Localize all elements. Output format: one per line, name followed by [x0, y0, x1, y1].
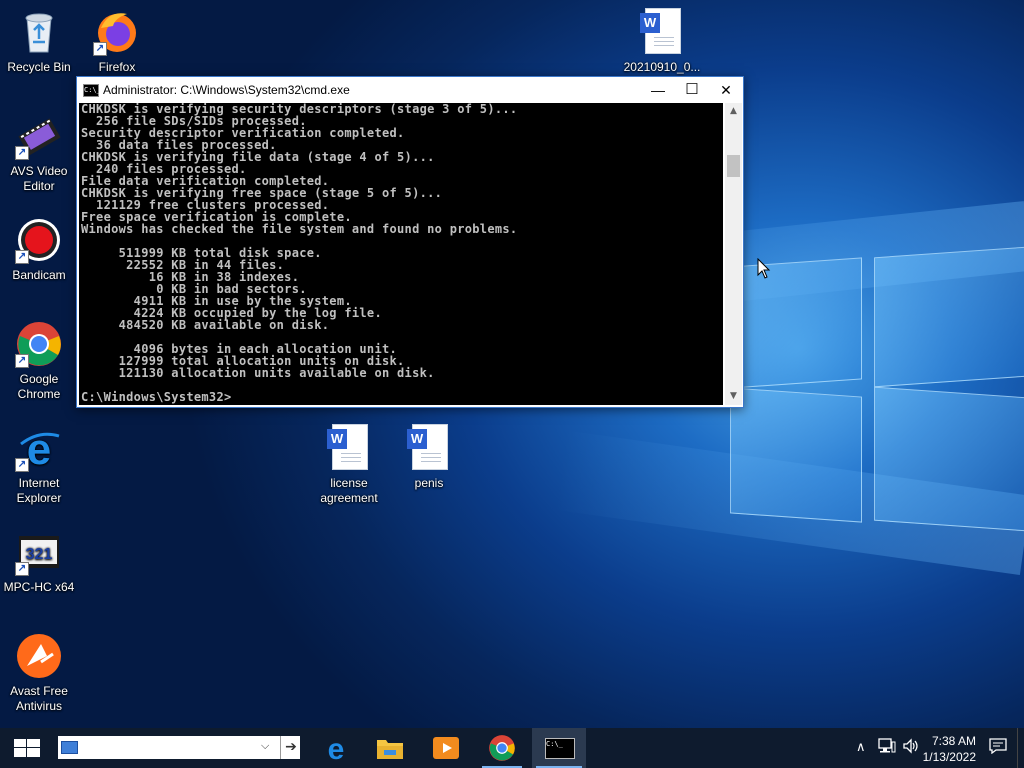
icon-label: Recycle Bin [7, 60, 71, 74]
icon-label: Internet Explorer [16, 476, 62, 505]
shortcut-arrow-icon: ↗ [15, 354, 29, 368]
taskbar-edge[interactable]: e [312, 728, 360, 768]
scrollbar-thumb[interactable] [727, 155, 740, 177]
desktop-icon-firefox[interactable]: ↗ Firefox [80, 8, 154, 75]
internet-explorer-icon: e ↗ [15, 424, 63, 474]
taskbar: ⌵ ➔ e C:\_ ∧ 7:38 AM 1/13/2022 [0, 728, 1024, 768]
minimize-button[interactable]: — [641, 77, 675, 103]
avast-icon [15, 632, 63, 680]
media-player-icon [433, 737, 459, 759]
vertical-scrollbar[interactable]: ▲ ▼ [725, 103, 742, 405]
search-box-icon [61, 741, 78, 754]
media-player-classic-icon: 321 ↗ [15, 528, 63, 576]
network-icon[interactable] [878, 738, 896, 758]
scroll-up-icon[interactable]: ▲ [725, 103, 742, 120]
taskbar-file-explorer[interactable] [366, 728, 414, 768]
icon-label: 20210910_0... [623, 60, 701, 74]
wallpaper-logo-pane [730, 387, 862, 523]
desktop-icon-recycle-bin[interactable]: Recycle Bin [2, 8, 76, 75]
folder-icon [377, 740, 403, 759]
desktop-icon-avast[interactable]: Avast Free Antivirus [2, 632, 76, 714]
console-output-area[interactable]: CHKDSK is verifying security descriptors… [79, 103, 723, 405]
word-document-icon: W [325, 424, 373, 472]
desktop-icon-penis-document[interactable]: W penis [392, 424, 466, 491]
recycle-bin-icon [15, 8, 63, 56]
start-button[interactable] [0, 728, 52, 768]
svg-text:e: e [328, 734, 345, 762]
icon-label: MPC-HC x64 [3, 580, 75, 594]
icon-label: Google Chrome [17, 372, 61, 401]
chrome-icon [489, 735, 515, 761]
desktop-icon-license-agreement[interactable]: W license agreement [312, 424, 386, 506]
desktop-icon-google-chrome[interactable]: ↗ Google Chrome [2, 320, 76, 402]
window-titlebar[interactable]: C:\_ Administrator: C:\Windows\System32\… [77, 77, 743, 103]
maximize-button[interactable]: ☐ [675, 77, 709, 103]
word-document-icon: W [638, 8, 686, 56]
system-tray: ∧ 7:38 AM 1/13/2022 [844, 728, 1024, 768]
shortcut-arrow-icon: ↗ [93, 42, 107, 56]
chevron-down-icon[interactable]: ⌵ [261, 739, 269, 753]
shortcut-arrow-icon: ↗ [15, 458, 29, 472]
record-button-icon: ↗ [15, 216, 63, 264]
notifications-icon[interactable] [989, 738, 1007, 758]
show-desktop-button[interactable] [1017, 728, 1024, 768]
clock-date: 1/13/2022 [922, 750, 976, 764]
volume-icon[interactable] [902, 738, 920, 758]
icon-label: Firefox [98, 60, 136, 74]
shortcut-arrow-icon: ↗ [15, 250, 29, 264]
windows-logo-icon [14, 739, 40, 757]
icon-label: AVS Video Editor [10, 164, 68, 193]
close-button[interactable]: ✕ [709, 77, 743, 103]
taskbar-search-box[interactable]: ⌵ ➔ [58, 736, 300, 759]
taskbar-cmd[interactable]: C:\_ [532, 728, 586, 768]
console-text: CHKDSK is verifying security descriptors… [81, 103, 518, 404]
desktop-icon-mpc-hc[interactable]: 321 ↗ MPC-HC x64 [2, 528, 76, 595]
taskbar-search-input[interactable] [80, 738, 260, 757]
cmd-window[interactable]: C:\_ Administrator: C:\Windows\System32\… [76, 76, 744, 408]
wallpaper-logo-pane [730, 257, 862, 389]
icon-label: penis [414, 476, 444, 490]
wallpaper-logo-pane [874, 386, 1024, 532]
taskbar-media-player[interactable] [422, 728, 470, 768]
chevron-up-icon[interactable]: ∧ [856, 739, 866, 755]
arrow-right-icon[interactable]: ➔ [280, 736, 301, 759]
wallpaper-logo-pane [874, 246, 1024, 388]
cmd-app-icon: C:\_ [545, 738, 575, 759]
window-title: Administrator: C:\Windows\System32\cmd.e… [103, 83, 350, 97]
edge-icon: e [328, 734, 345, 762]
icon-label: Avast Free Antivirus [10, 684, 68, 713]
chrome-icon: ↗ [15, 320, 63, 368]
svg-text:321: 321 [26, 546, 53, 563]
desktop-icon-avs-video-editor[interactable]: ↗ AVS Video Editor [2, 112, 76, 194]
shortcut-arrow-icon: ↗ [15, 562, 29, 576]
word-document-icon: W [405, 424, 453, 472]
clock-time: 7:38 AM [931, 734, 976, 748]
cmd-app-icon: C:\_ [83, 84, 101, 97]
taskbar-clock[interactable]: 7:38 AM 1/13/2022 [923, 733, 976, 765]
desktop-icon-internet-explorer[interactable]: e ↗ Internet Explorer [2, 424, 76, 506]
taskbar-chrome[interactable] [478, 728, 526, 768]
svg-text:e: e [27, 425, 51, 472]
desktop[interactable]: Recycle Bin ↗ Firefox W 20210910_0... ↗ … [0, 0, 1024, 728]
desktop-icon-document-20210910[interactable]: W 20210910_0... [620, 8, 704, 75]
icon-label: license agreement [320, 476, 378, 505]
firefox-icon: ↗ [93, 8, 141, 56]
shortcut-arrow-icon: ↗ [15, 146, 29, 160]
desktop-icon-bandicam[interactable]: ↗ Bandicam [2, 216, 76, 283]
scroll-down-icon[interactable]: ▼ [725, 388, 742, 405]
icon-label: Bandicam [12, 268, 66, 282]
film-strip-icon: ↗ [15, 112, 63, 160]
